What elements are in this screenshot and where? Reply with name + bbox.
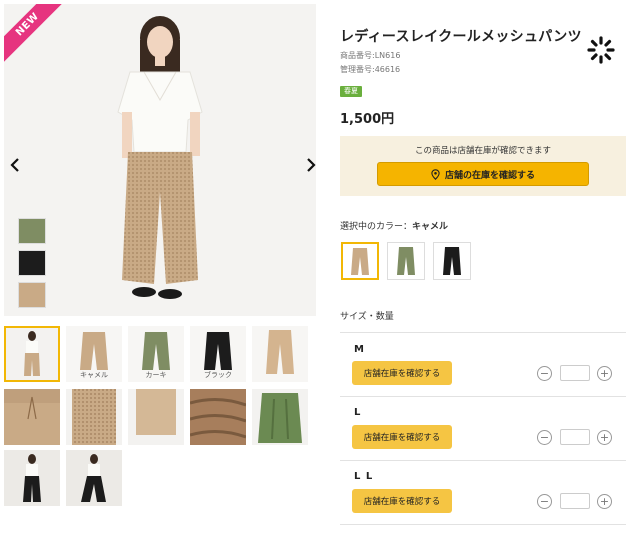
- size-m-increment-button[interactable]: +: [597, 366, 612, 381]
- loading-spinner-icon: [587, 36, 615, 64]
- divider: [340, 460, 626, 461]
- fabric-closeup-image: [190, 389, 246, 445]
- size-label-l: L: [354, 407, 362, 418]
- size-m-store-stock-button[interactable]: 店舗在庫を確認する: [352, 361, 452, 385]
- chevron-left-icon: [10, 158, 19, 172]
- model-black-image: [4, 450, 60, 506]
- color-option-khaki[interactable]: [387, 242, 425, 280]
- waist-detail-image: [4, 389, 60, 445]
- gallery-thumb-khaki[interactable]: カーキ: [128, 326, 184, 382]
- size-ll-decrement-button[interactable]: −: [537, 494, 552, 509]
- thumb-caption-khaki: カーキ: [145, 371, 167, 379]
- size-quantity-heading: サイズ・数量: [340, 312, 394, 322]
- chevron-right-icon: [307, 158, 316, 172]
- size-l-increment-button[interactable]: +: [597, 430, 612, 445]
- thumb-caption-black: ブラック: [204, 371, 232, 379]
- gallery-thumb-waist[interactable]: [4, 389, 60, 445]
- divider: [340, 332, 626, 333]
- prev-image-arrow[interactable]: [6, 154, 24, 176]
- model-black-pose-image: [66, 450, 122, 506]
- black-pants-icon: [443, 247, 461, 275]
- camel-pants-icon: [351, 248, 369, 275]
- gallery-thumb-khaki-fabric[interactable]: [252, 389, 308, 445]
- main-product-image: NEW: [4, 4, 316, 316]
- fabric-swatch-camel[interactable]: [18, 282, 46, 308]
- manage-number: 管理番号:46616: [340, 65, 401, 74]
- gallery-thumb-model-black[interactable]: [4, 450, 60, 506]
- gallery-thumb-black[interactable]: ブラック: [190, 326, 246, 382]
- hem-detail-image: [128, 389, 184, 445]
- price: 1,500円: [340, 112, 395, 127]
- khaki-fabric-image: [252, 389, 308, 445]
- color-option-black[interactable]: [433, 242, 471, 280]
- thumb-caption-camel: キャメル: [80, 371, 108, 379]
- fabric-swatch-khaki[interactable]: [18, 218, 46, 244]
- model-thumb-image: [4, 326, 60, 382]
- product-title: レディースレイクールメッシュパンツ: [340, 29, 582, 45]
- size-label-ll: L L: [354, 471, 374, 482]
- gallery-thumb-front[interactable]: [66, 389, 122, 445]
- size-l-quantity-input[interactable]: [560, 429, 590, 445]
- divider: [340, 396, 626, 397]
- gallery-thumb-model-black-2[interactable]: [66, 450, 122, 506]
- camel-pants-back-image: [252, 326, 308, 382]
- model-photo: [4, 4, 316, 316]
- store-stock-note: この商品は店舗在庫が確認できます: [414, 146, 551, 156]
- size-label-m: M: [354, 344, 365, 355]
- gallery-thumb-back[interactable]: [252, 326, 308, 382]
- front-detail-image: [66, 389, 122, 445]
- check-store-stock-button[interactable]: 店舗の在庫を確認する: [377, 162, 589, 186]
- size-ll-quantity-input[interactable]: [560, 493, 590, 509]
- khaki-pants-icon: [397, 247, 415, 275]
- size-l-store-stock-button[interactable]: 店舗在庫を確認する: [352, 425, 452, 449]
- size-ll-increment-button[interactable]: +: [597, 494, 612, 509]
- gallery-thumb-camel[interactable]: キャメル: [66, 326, 122, 382]
- store-stock-box: この商品は店舗在庫が確認できます 店舗の在庫を確認する: [340, 136, 626, 196]
- selected-color-name: キャメル: [412, 222, 449, 232]
- gallery-thumb-fabric[interactable]: [190, 389, 246, 445]
- map-pin-icon: [431, 168, 440, 180]
- size-m-quantity-input[interactable]: [560, 365, 590, 381]
- gallery-thumb-model[interactable]: [4, 326, 60, 382]
- divider: [340, 524, 626, 525]
- selected-color-label: 選択中のカラー：キャメル: [340, 219, 448, 232]
- selected-color-prefix: 選択中のカラー：: [340, 222, 413, 232]
- size-m-decrement-button[interactable]: −: [537, 366, 552, 381]
- color-option-camel[interactable]: [341, 242, 379, 280]
- size-ll-store-stock-button[interactable]: 店舗在庫を確認する: [352, 489, 452, 513]
- next-image-arrow[interactable]: [302, 154, 316, 176]
- season-badge: 春夏: [340, 86, 362, 97]
- check-store-stock-label: 店舗の在庫を確認する: [444, 170, 535, 181]
- item-number: 商品番号:LN616: [340, 51, 401, 60]
- gallery-thumb-hem[interactable]: [128, 389, 184, 445]
- fabric-swatch-black[interactable]: [18, 250, 46, 276]
- size-l-decrement-button[interactable]: −: [537, 430, 552, 445]
